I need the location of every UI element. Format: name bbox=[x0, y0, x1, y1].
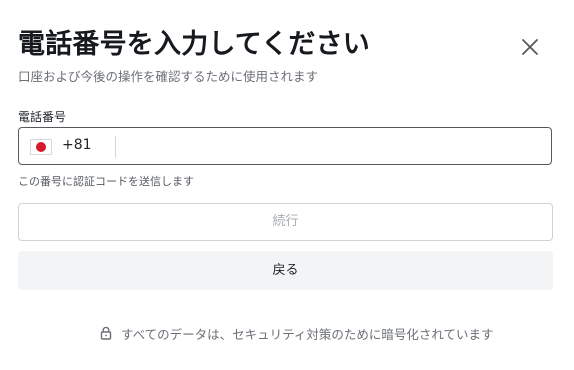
lock-icon bbox=[100, 326, 112, 340]
country-code-selector[interactable]: +81 bbox=[62, 137, 92, 153]
close-button[interactable] bbox=[518, 35, 542, 59]
japan-flag-icon[interactable] bbox=[30, 139, 52, 155]
flag-circle bbox=[36, 142, 46, 152]
security-notice: すべてのデータは、セキュリティ対策のために暗号化されています bbox=[100, 324, 494, 342]
phone-number-field[interactable]: +81 bbox=[18, 127, 552, 165]
security-text: すべてのデータは、セキュリティ対策のために暗号化されています bbox=[121, 326, 494, 342]
dialog-subtitle: 口座および今後の操作を確認するために使用されます bbox=[18, 69, 319, 84]
phone-helper-text: この番号に認証コードを送信します bbox=[18, 175, 194, 188]
phone-field-label: 電話番号 bbox=[18, 110, 67, 124]
dialog-title: 電話番号を入力してください bbox=[18, 29, 370, 60]
phone-number-input[interactable] bbox=[125, 132, 545, 160]
phone-number-dialog: 電話番号を入力してください 口座および今後の操作を確認するために使用されます 電… bbox=[0, 0, 574, 370]
back-button[interactable]: 戻る bbox=[18, 251, 553, 290]
close-icon bbox=[522, 39, 538, 55]
field-divider bbox=[115, 136, 116, 158]
continue-button[interactable]: 続行 bbox=[18, 203, 553, 241]
